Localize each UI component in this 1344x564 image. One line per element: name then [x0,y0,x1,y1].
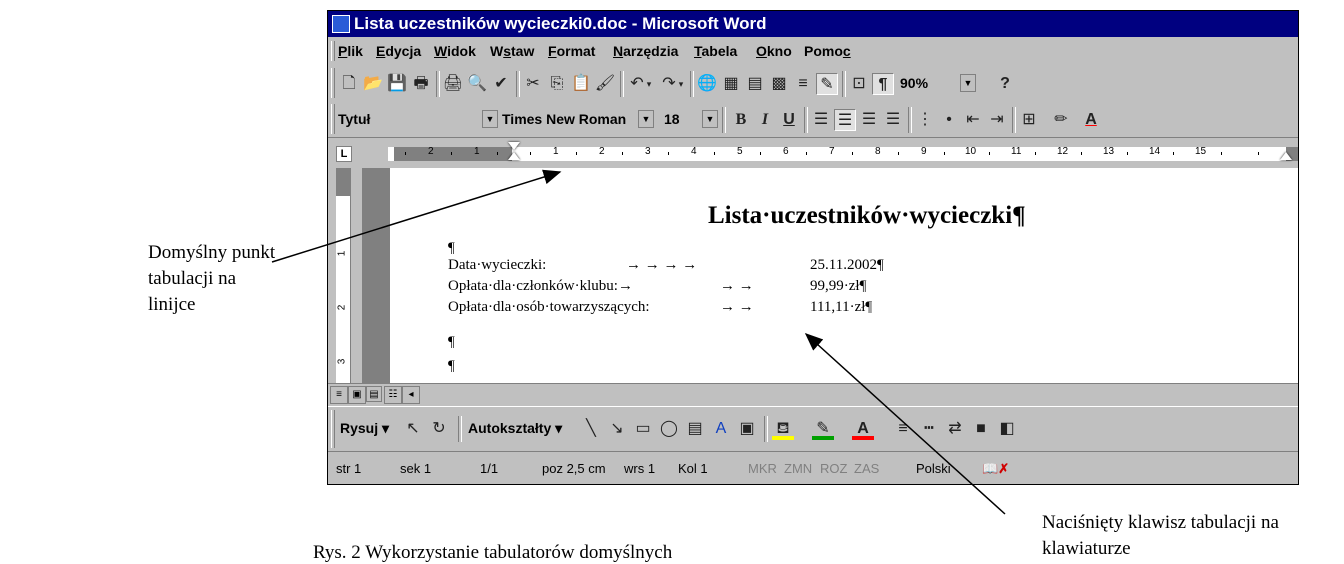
arrow-to-tab-mark [804,332,1006,515]
annotation-arrows [271,169,1006,515]
arrow-to-ruler [271,169,562,263]
